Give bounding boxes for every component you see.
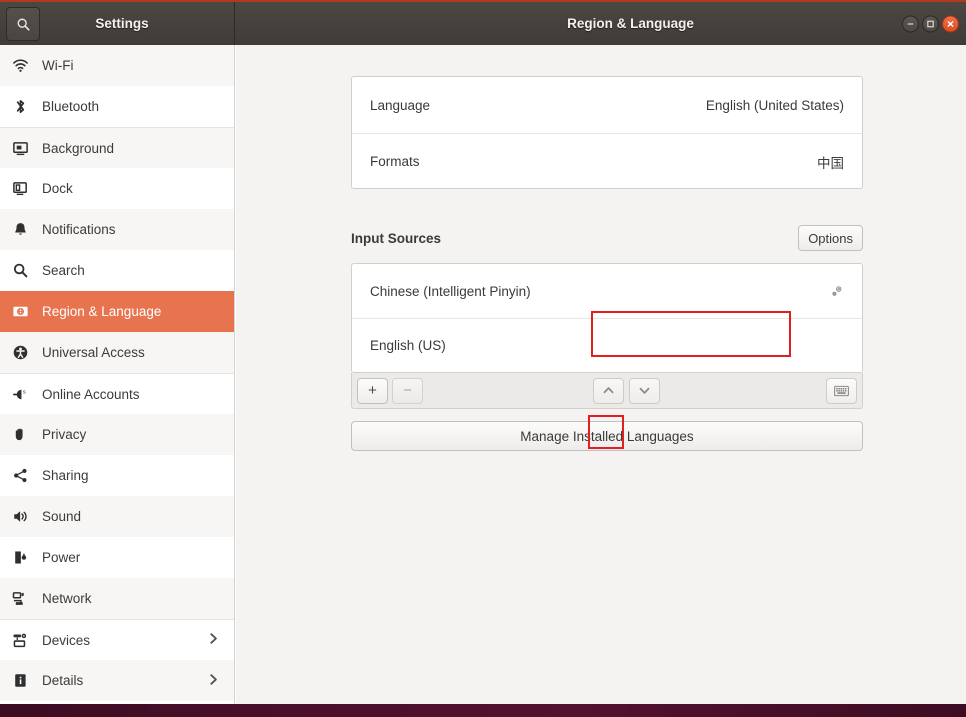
devices-icon <box>12 632 42 649</box>
accessibility-icon <box>12 344 42 361</box>
bell-icon <box>12 221 42 238</box>
search-button[interactable] <box>6 7 40 41</box>
sidebar-item-label: Sound <box>42 509 82 524</box>
settings-window: Settings Region & Language Wi-Fi Bluetoo… <box>0 0 966 717</box>
sidebar-item-notifications[interactable]: Notifications <box>0 209 234 250</box>
search-icon <box>12 262 42 279</box>
dock-icon <box>12 180 42 197</box>
input-sources-title: Input Sources <box>351 230 442 246</box>
background-icon <box>12 140 42 157</box>
sidebar-item-details[interactable]: Details <box>0 660 234 701</box>
sidebar-item-universal-access[interactable]: Universal Access <box>0 332 234 373</box>
input-source-label: English (US) <box>370 338 446 353</box>
gear-icon[interactable] <box>829 284 844 299</box>
chevron-right-icon <box>207 673 220 689</box>
region-language-panel: Language English (United States) Formats… <box>236 45 966 704</box>
sidebar-item-label: Privacy <box>42 427 87 442</box>
info-icon <box>12 672 42 689</box>
language-settings-list: Language English (United States) Formats… <box>351 76 863 189</box>
move-down-button[interactable] <box>629 377 660 404</box>
sidebar-item-background[interactable]: Background <box>0 127 234 168</box>
language-row-value: English (United States) <box>705 97 844 113</box>
svg-text:s: s <box>23 389 26 395</box>
wifi-icon <box>12 57 42 74</box>
sidebar-item-network[interactable]: Network <box>0 578 234 619</box>
region-language-icon <box>12 303 42 320</box>
sidebar-item-bluetooth[interactable]: Bluetooth <box>0 86 234 127</box>
window-controls <box>902 15 959 32</box>
input-source-row-english[interactable]: English (US) <box>352 318 862 372</box>
formats-row[interactable]: Formats 中国 <box>352 133 862 189</box>
sidebar-item-label: Online Accounts <box>42 386 140 402</box>
sidebar-item-label: Network <box>42 591 92 606</box>
hand-privacy-icon <box>12 426 42 443</box>
sidebar-item-label: Details <box>42 673 84 688</box>
sidebar-item-label: Search <box>42 263 85 278</box>
language-row[interactable]: Language English (United States) <box>352 77 862 133</box>
sidebar-item-wi-fi[interactable]: Wi-Fi <box>0 45 234 86</box>
chevron-up-icon <box>602 384 615 397</box>
bluetooth-icon <box>12 98 42 115</box>
manage-installed-languages-button[interactable]: Manage Installed Languages <box>351 421 863 451</box>
minimize-button[interactable] <box>902 15 919 32</box>
share-icon <box>12 467 42 484</box>
titlebar-right-pane: Region & Language <box>235 2 966 45</box>
sidebar-item-search[interactable]: Search <box>0 250 234 291</box>
online-accounts-icon: s <box>12 386 42 403</box>
formats-row-value: 中国 <box>817 155 844 171</box>
sidebar-item-label: Wi-Fi <box>42 58 74 73</box>
input-source-row-chinese[interactable]: Chinese (Intelligent Pinyin) <box>352 264 862 318</box>
network-icon <box>12 590 42 607</box>
input-source-label: Chinese (Intelligent Pinyin) <box>370 283 531 299</box>
input-sources-list: Chinese (Intelligent Pinyin) English (US… <box>351 263 863 373</box>
sidebar-item-devices[interactable]: Devices <box>0 619 234 660</box>
close-button[interactable] <box>942 15 959 32</box>
sidebar-item-online-accounts[interactable]: s Online Accounts <box>0 373 234 414</box>
sidebar-item-privacy[interactable]: Privacy <box>0 414 234 455</box>
sidebar-item-label: Notifications <box>42 222 116 237</box>
sidebar-item-label: Dock <box>42 181 73 196</box>
sidebar-item-label: Power <box>42 550 81 565</box>
search-icon <box>16 17 31 32</box>
maximize-button[interactable] <box>922 15 939 32</box>
window-titlebar: Settings Region & Language <box>0 0 966 45</box>
sidebar-item-label: Bluetooth <box>42 99 100 114</box>
sidebar-item-power[interactable]: Power <box>0 537 234 578</box>
input-sources-toolbar: + − <box>351 373 863 409</box>
page-title: Region & Language <box>567 16 694 31</box>
chevron-right-icon <box>207 632 220 648</box>
sidebar-item-label: Region & Language <box>42 304 162 319</box>
formats-row-label: Formats <box>370 154 420 169</box>
show-keyboard-layout-button[interactable] <box>826 377 857 404</box>
input-sources-header: Input Sources Options <box>351 223 863 253</box>
sidebar-item-label: Background <box>42 140 115 156</box>
sidebar-item-sound[interactable]: Sound <box>0 496 234 537</box>
keyboard-icon <box>834 385 849 397</box>
chevron-down-icon <box>638 384 651 397</box>
remove-input-source-button[interactable]: − <box>392 377 423 404</box>
add-input-source-button[interactable]: + <box>357 377 388 404</box>
sidebar-item-dock[interactable]: Dock <box>0 168 234 209</box>
sidebar-item-sharing[interactable]: Sharing <box>0 455 234 496</box>
titlebar-left-pane: Settings <box>0 2 235 45</box>
reorder-buttons <box>593 377 660 404</box>
settings-sidebar[interactable]: Wi-Fi Bluetooth Background Dock Notifica… <box>0 45 235 704</box>
move-up-button[interactable] <box>593 377 624 404</box>
sidebar-item-label: Sharing <box>42 468 89 483</box>
options-button[interactable]: Options <box>798 225 863 251</box>
sidebar-item-label: Universal Access <box>42 345 145 360</box>
battery-power-icon <box>12 549 42 566</box>
language-row-label: Language <box>370 97 431 113</box>
sidebar-item-label: Devices <box>42 632 91 648</box>
speaker-icon <box>12 508 42 525</box>
sidebar-item-region-language[interactable]: Region & Language <box>0 291 234 332</box>
desktop-bottom-strip <box>0 704 966 717</box>
